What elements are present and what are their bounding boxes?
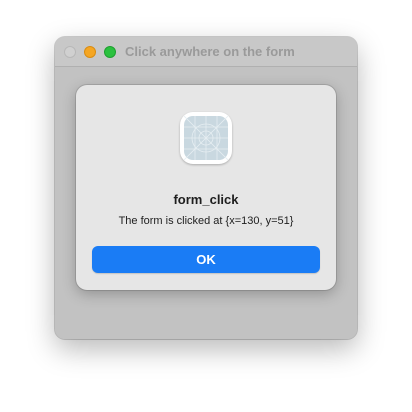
alert-dialog: form_click The form is clicked at {x=130… (76, 85, 336, 290)
window-title: Click anywhere on the form (125, 44, 295, 59)
ok-button[interactable]: OK (92, 246, 320, 273)
title-bar[interactable]: Click anywhere on the form (55, 37, 357, 67)
generic-app-icon (184, 116, 228, 160)
app-icon (180, 112, 232, 164)
close-button[interactable] (64, 46, 76, 58)
zoom-button[interactable] (104, 46, 116, 58)
alert-title: form_click (173, 192, 239, 207)
minimize-button[interactable] (84, 46, 96, 58)
alert-message: The form is clicked at {x=130, y=51} (118, 215, 294, 227)
